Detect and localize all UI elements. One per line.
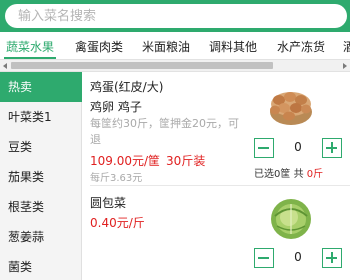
increase-button[interactable] — [322, 138, 342, 158]
search-header — [0, 0, 350, 32]
sidebar-item-beans[interactable]: 豆类 — [0, 132, 82, 162]
tabs-scrollbar[interactable] — [0, 59, 350, 72]
product-price-line: 109.00元/筐 30斤装 — [90, 152, 205, 169]
product-unit-price: 每斤3.63元 — [90, 173, 143, 184]
decrease-button[interactable] — [254, 138, 274, 158]
selected-count: 已选0筐 — [254, 169, 291, 180]
quantity-value: 0 — [294, 250, 302, 264]
total-weight: 0斤 — [306, 169, 324, 180]
cabbage-image — [271, 199, 311, 239]
tab-aquatic-frozen[interactable]: 水产冻货 — [277, 38, 325, 55]
sidebar-item-hot[interactable]: 热卖 — [0, 72, 82, 102]
scrollbar-thumb[interactable] — [11, 62, 273, 69]
subcategory-sidebar: 热卖 叶菜类1 豆类 茄果类 根茎类 葱姜蒜 菌类 — [0, 72, 82, 280]
sidebar-item-mushrooms[interactable]: 菌类 — [0, 252, 82, 280]
product-description: 鸡卵 鸡子 — [90, 100, 142, 114]
increase-button[interactable] — [322, 248, 342, 268]
sidebar-item-roots[interactable]: 根茎类 — [0, 192, 82, 222]
decrease-button[interactable] — [254, 248, 274, 268]
product-min-order: 30斤装 — [166, 154, 206, 168]
product-name: 圆包菜 — [90, 196, 127, 210]
product-price: 0.40元/斤 — [90, 216, 145, 230]
quantity-stepper[interactable]: 0 — [254, 138, 350, 158]
tab-liquor[interactable]: 酒 — [343, 38, 350, 55]
tab-poultry-eggs-meat[interactable]: 禽蛋肉类 — [75, 38, 123, 55]
product-name: 鸡蛋(红皮/大) — [90, 80, 164, 94]
tab-seasoning-other[interactable]: 调料其他 — [209, 38, 257, 55]
minus-icon — [258, 147, 269, 149]
total-label: 共 — [293, 169, 304, 180]
sidebar-item-leafy[interactable]: 叶菜类1 — [0, 102, 82, 132]
product-note: 每筐约30斤，筐押金20元，可退 — [90, 117, 239, 146]
sidebar-item-solanaceous[interactable]: 茄果类 — [0, 162, 82, 192]
eggs-basket-image — [270, 92, 312, 125]
product-card[interactable]: 鸡蛋(红皮/大) 鸡卵 鸡子 每筐约30斤，筐押金20元，可退 109.00元/… — [82, 72, 350, 184]
minus-icon — [258, 257, 269, 259]
sidebar-item-onion-ginger-garlic[interactable]: 葱姜蒜 — [0, 222, 82, 252]
category-tabs: 蔬菜水果 禽蛋肉类 米面粮油 调料其他 水产冻货 酒 — [0, 32, 350, 59]
tab-rice-flour-oil[interactable]: 米面粮油 — [142, 38, 190, 55]
product-price: 109.00元/筐 — [90, 154, 161, 168]
tab-vegetables-fruits[interactable]: 蔬菜水果 — [6, 38, 54, 55]
product-list: 鸡蛋(红皮/大) 鸡卵 鸡子 每筐约30斤，筐押金20元，可退 109.00元/… — [82, 72, 350, 280]
scroll-left-arrow-icon[interactable] — [3, 63, 7, 69]
selected-summary: 已选0筐 共 0斤 — [254, 165, 323, 180]
quantity-value: 0 — [294, 140, 302, 154]
search-input[interactable] — [5, 4, 347, 28]
scroll-right-arrow-icon[interactable] — [343, 63, 347, 69]
quantity-stepper[interactable]: 0 — [254, 248, 350, 268]
search-box[interactable] — [5, 4, 347, 28]
product-card[interactable]: 圆包菜 0.40元/斤 0 — [82, 186, 350, 280]
